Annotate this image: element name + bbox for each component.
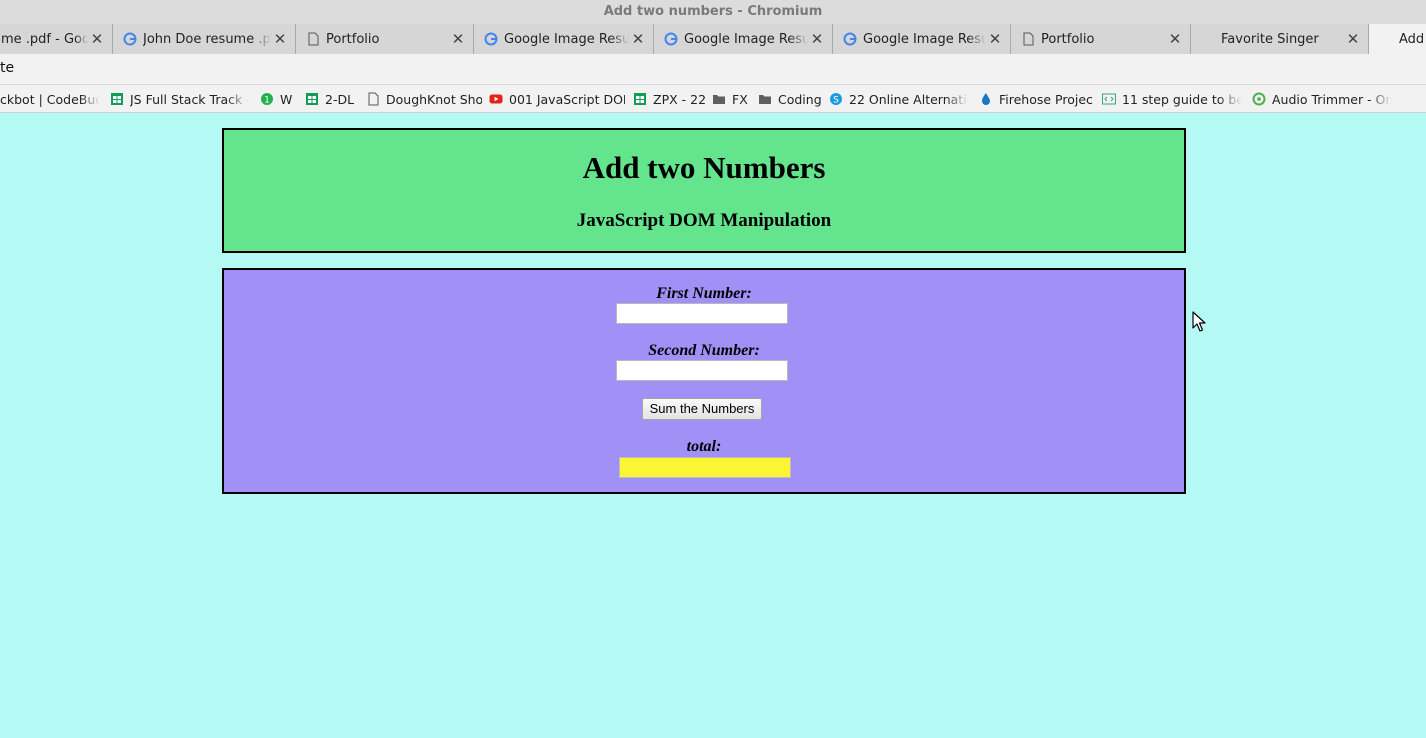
- page-subtitle: JavaScript DOM Manipulation: [576, 210, 832, 231]
- close-icon[interactable]: ✕: [271, 30, 289, 48]
- bookmark-label: ckbot | CodeBudd: [0, 91, 100, 107]
- bookmark-label: W: [280, 91, 293, 107]
- youtube-icon: [489, 94, 503, 104]
- close-icon[interactable]: ✕: [449, 30, 467, 48]
- bookmark-firehose-project[interactable]: Firehose Project: [979, 90, 1093, 108]
- total-output[interactable]: [619, 457, 791, 478]
- flame-icon: [982, 93, 990, 105]
- close-icon[interactable]: ✕: [808, 30, 826, 48]
- svg-text:1: 1: [264, 96, 270, 106]
- tab-google-image-result-3[interactable]: Google Image Result ✕: [832, 24, 1010, 54]
- folder-icon: [759, 95, 771, 104]
- bookmark-label: FX: [732, 91, 748, 107]
- first-number-label: First Number:: [656, 285, 752, 302]
- tab-resume-pdf-drive[interactable]: me .pdf - Google ✕: [0, 24, 112, 54]
- bookmark-label: Firehose Project: [999, 91, 1093, 107]
- close-icon[interactable]: ✕: [1344, 30, 1362, 48]
- document-icon: [308, 32, 319, 46]
- bookmark-label: 2-DL: [325, 91, 355, 107]
- bookmark-js-full-stack-track[interactable]: JS Full Stack Track - C: [110, 90, 250, 108]
- svg-text:S: S: [833, 96, 839, 106]
- bookmark-codebuddy[interactable]: ckbot | CodeBudd: [0, 90, 100, 108]
- bookmark-folder-coding[interactable]: Coding: [758, 90, 822, 108]
- tab-title: Google Image Result: [863, 31, 986, 47]
- google-icon: [843, 32, 857, 46]
- folder-icon: [713, 95, 725, 104]
- bookmark-label: Audio Trimmer - Onli: [1272, 91, 1392, 107]
- bookmark-22-online-alternative[interactable]: S 22 Online Alternative: [829, 90, 969, 108]
- audio-icon: [1252, 92, 1266, 106]
- bookmark-folder-fx[interactable]: FX: [712, 90, 752, 108]
- window-title-bar: Add two numbers - Chromium: [0, 0, 1426, 24]
- google-icon: [484, 32, 498, 46]
- document-icon: [1023, 32, 1034, 46]
- address-bar[interactable]: te: [0, 54, 1426, 85]
- sum-button[interactable]: Sum the Numbers: [642, 398, 762, 420]
- mouse-cursor-icon: [1192, 311, 1206, 332]
- google-icon: [664, 32, 678, 46]
- bookmark-11-step-guide[interactable]: 11 step guide to beco: [1102, 90, 1242, 108]
- bookmark-w[interactable]: 1 W: [260, 90, 296, 108]
- bookmark-label: 22 Online Alternative: [849, 91, 969, 107]
- page-header: Add two Numbers JavaScript DOM Manipulat…: [222, 128, 1186, 253]
- tab-title: Portfolio: [326, 31, 380, 47]
- bookmark-2-dl[interactable]: 2-DL: [305, 90, 357, 108]
- bookmark-zpx-22[interactable]: ZPX - 22: [633, 90, 705, 108]
- tab-title: John Doe resume .pdf: [143, 31, 271, 47]
- tab-portfolio[interactable]: Portfolio ✕: [295, 24, 473, 54]
- s-circle-icon: S: [830, 93, 842, 106]
- tab-title: Google Image Result: [684, 31, 808, 47]
- sheets-icon: [634, 93, 646, 105]
- document-icon: [368, 92, 379, 106]
- sum-form: First Number: Second Number: Sum the Num…: [222, 268, 1186, 494]
- tab-john-doe-resume[interactable]: John Doe resume .pdf ✕: [112, 24, 295, 54]
- tab-google-image-result-1[interactable]: Google Image Result ✕: [473, 24, 653, 54]
- bookmark-label: ZPX - 22: [653, 91, 705, 107]
- total-label: total:: [686, 438, 722, 455]
- page-title: Add two Numbers: [582, 150, 826, 185]
- close-icon[interactable]: ✕: [1166, 30, 1184, 48]
- address-bar-text[interactable]: te: [0, 60, 14, 76]
- tab-title: Add t: [1399, 31, 1426, 47]
- tab-title: Portfolio: [1041, 31, 1095, 47]
- bookmark-001-javascript-dom[interactable]: 001 JavaScript DOM: [489, 90, 625, 108]
- sheets-icon: [306, 93, 318, 105]
- close-icon[interactable]: ✕: [986, 30, 1004, 48]
- tab-title: Favorite Singer: [1221, 31, 1319, 47]
- google-icon: [123, 32, 137, 46]
- second-number-input[interactable]: [616, 360, 788, 381]
- green-badge-icon: 1: [261, 93, 273, 106]
- tab-title: me .pdf - Google: [1, 31, 88, 47]
- close-icon[interactable]: ✕: [88, 30, 106, 48]
- bookmark-label: JS Full Stack Track - C: [130, 91, 250, 107]
- bookmark-label: 11 step guide to beco: [1122, 91, 1242, 107]
- second-number-label: Second Number:: [648, 342, 760, 359]
- bookmark-label: DoughKnot Shop: [386, 91, 482, 107]
- tab-add-two-numbers[interactable]: Add t: [1368, 24, 1426, 54]
- sheets-icon: [111, 93, 123, 105]
- first-number-input[interactable]: [616, 303, 788, 324]
- bookmark-label: 001 JavaScript DOM: [509, 91, 625, 107]
- bookmark-label: Coding: [778, 91, 822, 107]
- tab-title: Google Image Result: [504, 31, 629, 47]
- bookmarks-bar: ckbot | CodeBudd JS Full Stack Track - C…: [0, 85, 1426, 113]
- bookmark-doughknot-shop[interactable]: DoughKnot Shop: [366, 90, 482, 108]
- tab-favorite-singer[interactable]: Favorite Singer ✕: [1190, 24, 1368, 54]
- window-title: Add two numbers - Chromium: [603, 4, 823, 19]
- close-icon[interactable]: ✕: [629, 30, 647, 48]
- tab-portfolio-2[interactable]: Portfolio ✕: [1010, 24, 1190, 54]
- code-icon: [1102, 93, 1116, 105]
- bookmark-audio-trimmer[interactable]: Audio Trimmer - Onli: [1252, 90, 1392, 108]
- tab-google-image-result-2[interactable]: Google Image Result ✕: [653, 24, 832, 54]
- tab-strip: me .pdf - Google ✕ John Doe resume .pdf …: [0, 24, 1426, 54]
